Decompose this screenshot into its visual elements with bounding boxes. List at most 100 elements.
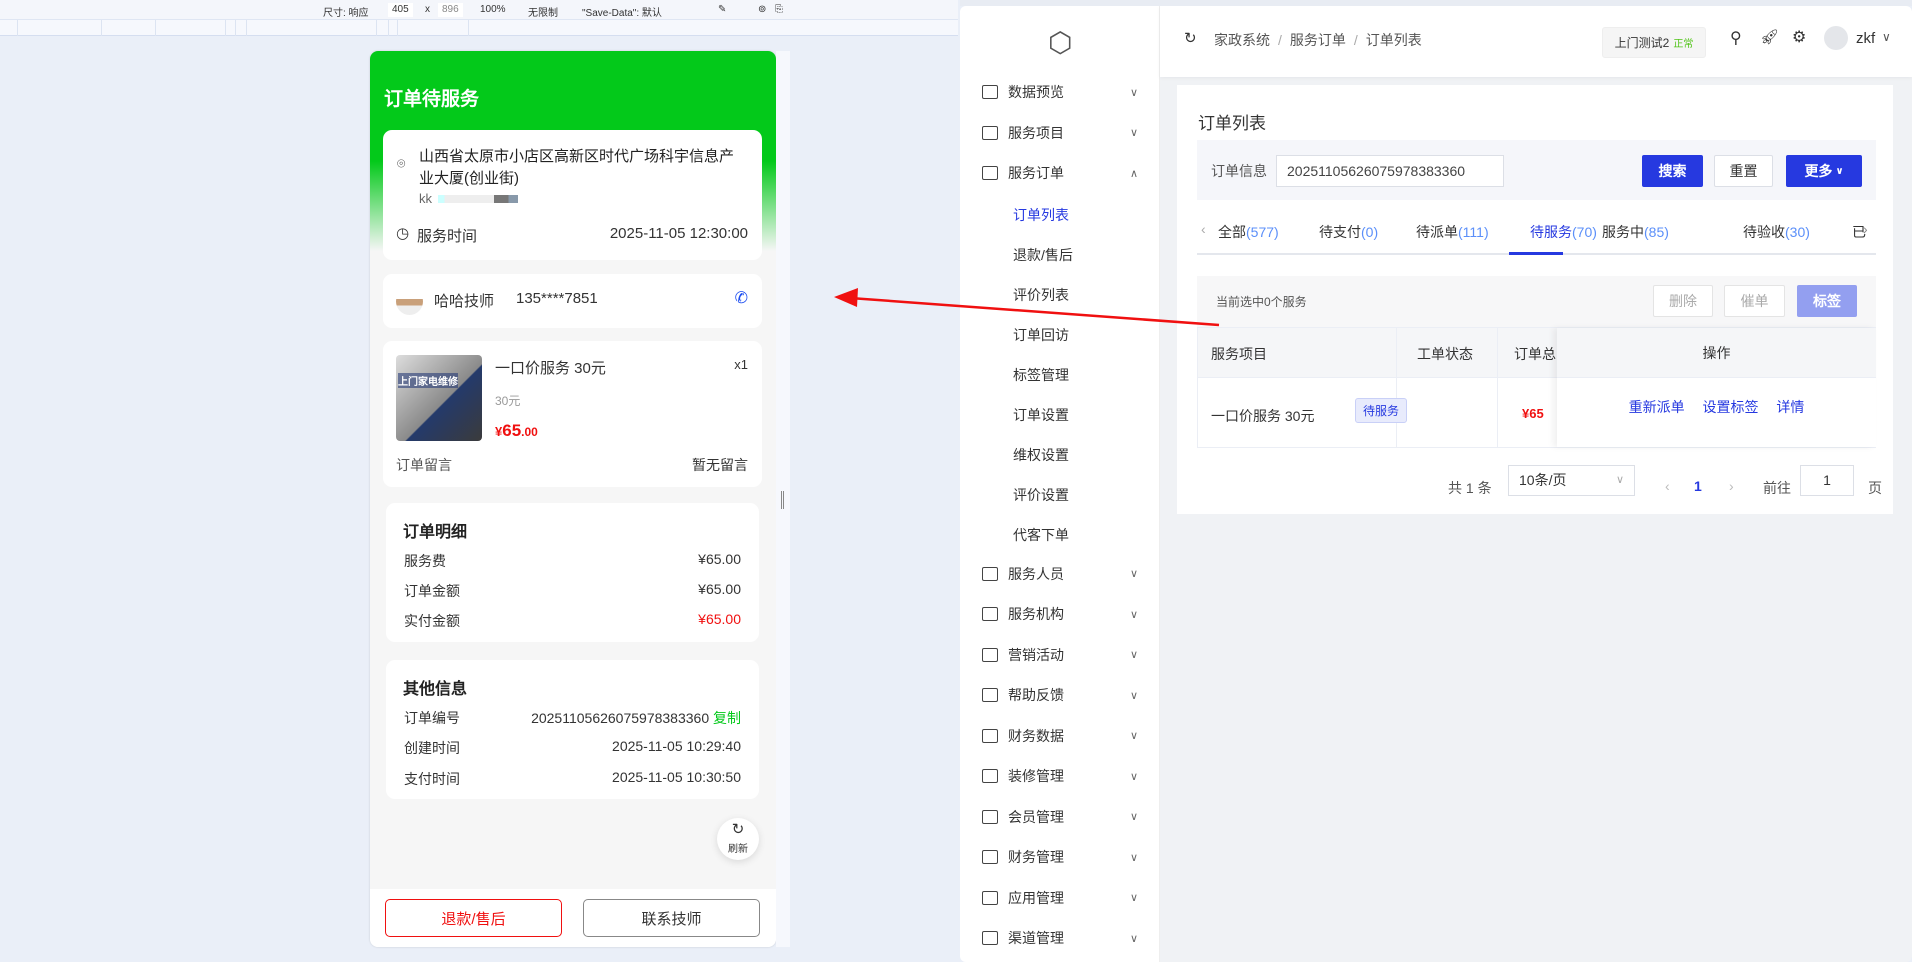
sidebar-item[interactable]: 财务数据 ∨ — [960, 718, 1160, 754]
pagination-total: 共 1 条 — [1448, 480, 1492, 496]
order-info-input[interactable]: 20251105626075978383360 — [1276, 155, 1504, 187]
copy-link[interactable]: 复制 — [713, 710, 741, 726]
sidebar-subitem[interactable]: 标签管理 — [1013, 365, 1069, 385]
search-button[interactable]: 搜索 — [1642, 155, 1703, 187]
goto-page-input[interactable]: 1 — [1800, 465, 1854, 496]
pen-icon[interactable]: ✎ — [718, 4, 726, 15]
tabs-prev-icon[interactable]: ‹ — [1201, 221, 1206, 237]
chevron-icon: ∨ — [1130, 811, 1139, 823]
logo-cube-icon: ⬡ — [1048, 27, 1073, 58]
sidebar-subitem[interactable]: 维权设置 — [1013, 445, 1069, 465]
prev-page-icon[interactable]: ‹ — [1665, 478, 1670, 494]
refresh-button[interactable]: ↻ 刷新 — [717, 818, 759, 860]
gear-icon[interactable]: ⚙ — [1792, 27, 1806, 47]
resize-handle-area — [776, 51, 790, 947]
search-label: 订单信息 — [1211, 163, 1267, 179]
tenant-status-badge: 正常 — [1673, 39, 1694, 50]
reset-button[interactable]: 重置 — [1714, 155, 1773, 187]
cell-amount: ¥65 — [1522, 406, 1544, 421]
width-input[interactable]: 405 — [388, 3, 413, 17]
status-title: 订单待服务 — [384, 89, 480, 110]
size-select[interactable]: 尺寸: 响应 — [323, 4, 369, 19]
sidebar-item-label: 服务人员 — [1008, 565, 1064, 582]
rotate-icon[interactable]: ⎘ — [775, 4, 783, 15]
reload-icon[interactable]: ↻ — [1184, 29, 1197, 47]
tab[interactable]: 待服务(70) — [1530, 222, 1597, 242]
menu-icon — [982, 931, 998, 945]
phone-call-icon[interactable]: ✆ — [735, 288, 748, 308]
tab[interactable]: 待验收(30) — [1743, 222, 1810, 242]
sidebar-item[interactable]: 服务订单 ∧ — [960, 155, 1160, 191]
username[interactable]: zkf — [1856, 30, 1875, 47]
more-button[interactable]: 更多 ∨ — [1786, 155, 1862, 187]
sidebar-item[interactable]: 渠道管理 ∨ — [960, 920, 1160, 956]
location-icon: ⌾ — [397, 155, 406, 171]
sidebar-item[interactable]: 服务项目 ∨ — [960, 115, 1160, 151]
menu-icon — [982, 850, 998, 864]
sensor-icon[interactable]: ⊚ — [758, 4, 766, 15]
service-time: 2025-11-05 12:30:00 — [609, 225, 748, 242]
rocket-icon[interactable]: 🚀︎ — [1760, 28, 1779, 46]
sidebar-subitem[interactable]: 订单设置 — [1013, 405, 1069, 425]
avatar[interactable] — [1824, 26, 1848, 50]
resize-handle[interactable] — [781, 491, 784, 509]
tab[interactable]: 待支付(0) — [1319, 222, 1378, 242]
sidebar-subitem[interactable]: 评价列表 — [1013, 285, 1069, 305]
tab[interactable]: 服务中(85) — [1602, 222, 1669, 242]
tab[interactable]: 全部(577) — [1218, 222, 1279, 242]
page-size-select[interactable]: 10条/页 ∨ — [1508, 465, 1635, 496]
sidebar-subitem[interactable]: 代客下单 — [1013, 525, 1069, 545]
detail-link[interactable]: 详情 — [1776, 399, 1804, 415]
chevron-icon: ∨ — [1130, 649, 1139, 661]
next-page-icon[interactable]: › — [1729, 478, 1734, 494]
service-time-label: 服务时间 — [417, 228, 478, 245]
sidebar-item[interactable]: 服务人员 ∨ — [960, 556, 1160, 592]
sidebar-item[interactable]: 帮助反馈 ∨ — [960, 677, 1160, 713]
order-table: 服务项目 工单状态 订单总 一口价服务 30元 待服务 ¥65 操作 重新派单 … — [1197, 327, 1876, 448]
product-image: 上门家电维修 — [396, 355, 482, 441]
sidebar-item[interactable]: 数据预览 ∨ — [960, 74, 1160, 110]
devtools-toolbar: 尺寸: 响应 405 x 896 100% 无限制 "Save-Data": 默… — [0, 0, 958, 20]
sidebar-item[interactable]: 会员管理 ∨ — [960, 799, 1160, 835]
menu-icon — [982, 125, 998, 140]
urge-button[interactable]: 催单 — [1724, 285, 1785, 317]
sidebar-subitem[interactable]: 退款/售后 — [1013, 245, 1073, 265]
sidebar-subitem[interactable]: 订单回访 — [1013, 325, 1069, 345]
height-input[interactable]: 896 — [438, 3, 463, 17]
chevron-icon: ∨ — [1130, 127, 1139, 139]
sidebar: ⬡ 数据预览 ∨ 服务项目 ∨ 服务订单 ∧ 订单列表退款/售后评价列表订单回访标签管理订单… — [960, 6, 1160, 962]
throttle-select[interactable]: 无限制 — [528, 4, 558, 19]
save-data-select[interactable]: "Save-Data": 默认 — [582, 4, 662, 19]
selection-text: 当前选中0个服务 — [1216, 295, 1307, 309]
page-number[interactable]: 1 — [1694, 478, 1702, 494]
breadcrumb-item[interactable]: 家政系统 — [1214, 32, 1270, 48]
tag-button[interactable]: 标签 — [1797, 285, 1857, 317]
menu-icon — [982, 85, 998, 99]
contact-technician-button[interactable]: 联系技师 — [583, 899, 760, 937]
product-card: 上门家电维修 一口价服务 30元 x1 30元 ¥65.00 订单留言 暂无留言 — [383, 341, 762, 487]
sidebar-item[interactable]: 营销活动 ∨ — [960, 637, 1160, 673]
chevron-down-icon[interactable]: ∨ — [1882, 30, 1891, 44]
sidebar-item[interactable]: 财务管理 ∨ — [960, 839, 1160, 875]
tenant-switcher[interactable]: 上门测试2 正常 — [1602, 27, 1706, 58]
breadcrumb-item[interactable]: 服务订单 — [1290, 32, 1346, 48]
menu-icon — [982, 607, 998, 621]
sidebar-item[interactable]: 应用管理 ∨ — [960, 880, 1160, 916]
product-price: ¥65.00 — [495, 421, 538, 440]
set-tag-link[interactable]: 设置标签 — [1703, 399, 1759, 415]
search-icon[interactable]: ⚲ — [1730, 28, 1742, 48]
sidebar-subitem[interactable]: 评价设置 — [1013, 485, 1069, 505]
sidebar-item[interactable]: 服务机构 ∨ — [960, 596, 1160, 632]
technician-avatar — [396, 288, 423, 315]
refund-button[interactable]: 退款/售后 — [385, 899, 562, 937]
reassign-link[interactable]: 重新派单 — [1629, 399, 1685, 415]
sidebar-item[interactable]: 装修管理 ∨ — [960, 758, 1160, 794]
delete-button[interactable]: 删除 — [1653, 285, 1713, 317]
tabs-next-icon[interactable]: › — [1863, 221, 1868, 237]
sidebar-item-label: 会员管理 — [1008, 808, 1064, 825]
detail-title: 订单明细 — [403, 524, 468, 541]
zoom-select[interactable]: 100% — [480, 4, 506, 15]
sidebar-subitem[interactable]: 订单列表 — [1013, 205, 1069, 225]
sidebar-item-label: 装修管理 — [1008, 768, 1064, 784]
tab[interactable]: 待派单(111) — [1416, 222, 1489, 242]
